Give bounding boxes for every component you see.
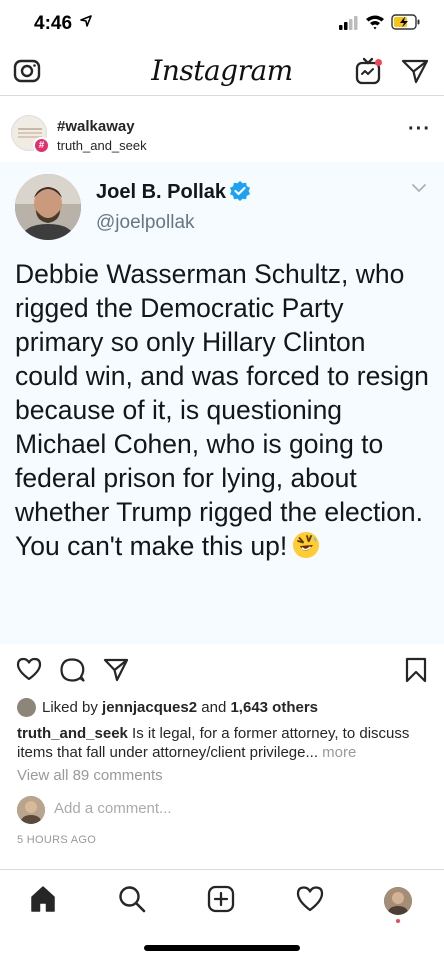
post-header: # #walkaway truth_and_seek ··· <box>0 96 444 162</box>
view-all-comments-link[interactable]: View all 89 comments <box>17 767 163 784</box>
heart-icon <box>16 657 42 681</box>
more-options-button[interactable]: ··· <box>408 118 431 141</box>
my-avatar <box>17 796 45 824</box>
chevron-down-icon <box>412 184 426 193</box>
tab-create-post[interactable] <box>206 884 236 914</box>
post-username[interactable]: truth_and_seek <box>57 138 147 153</box>
hashtag-badge: # <box>33 137 50 154</box>
comment-bubble-icon <box>60 658 85 682</box>
direct-message-button[interactable] <box>401 58 429 84</box>
paper-plane-icon <box>103 658 129 682</box>
save-bookmark-button[interactable] <box>405 657 427 688</box>
verified-badge-icon <box>230 181 250 201</box>
caption-more-link[interactable]: more <box>318 744 356 761</box>
likes-and: and <box>201 699 227 716</box>
bookmark-icon <box>405 657 427 683</box>
paper-plane-icon <box>401 59 429 84</box>
tweet-author-avatar <box>15 174 81 240</box>
add-comment-row <box>17 796 437 826</box>
home-icon <box>31 886 55 912</box>
post-actions <box>0 644 444 700</box>
comment-button[interactable] <box>59 657 85 688</box>
liker-username[interactable]: jennjacques2 <box>102 699 197 716</box>
bottom-tab-bar <box>0 869 444 960</box>
status-time: 4:46 <box>34 13 73 34</box>
post-caption: truth_and_seek Is it legal, for a former… <box>17 724 432 762</box>
tweet-author-handle: @joelpollak <box>96 212 195 233</box>
igtv-button[interactable] <box>355 57 383 85</box>
caption-username[interactable]: truth_and_seek <box>17 725 128 742</box>
plus-square-icon <box>207 885 235 913</box>
tab-profile[interactable] <box>384 887 412 915</box>
liker-avatar <box>17 698 36 717</box>
likes-text: Liked by jennjacques2 and 1,643 others <box>42 699 318 716</box>
tweet-text: Debbie Wasserman Schultz, who rigged the… <box>15 257 435 563</box>
tweet-author-name: Joel B. Pollak <box>96 181 227 203</box>
post-timestamp: 5 HOURS AGO <box>17 834 97 846</box>
status-bar: 4:46 <box>0 0 444 46</box>
tab-search[interactable] <box>117 884 147 914</box>
tab-home[interactable] <box>28 884 58 914</box>
share-button[interactable] <box>103 658 129 687</box>
tweet-body: Debbie Wasserman Schultz, who rigged the… <box>15 259 429 561</box>
like-button[interactable] <box>16 657 42 686</box>
top-nav-bar: Instagram <box>0 46 444 96</box>
notification-dot <box>396 919 400 923</box>
add-comment-input[interactable] <box>54 800 414 817</box>
location-arrow-icon <box>80 15 92 27</box>
igtv-icon <box>355 57 382 85</box>
post-hashtag-title[interactable]: #walkaway <box>57 118 135 135</box>
tab-activity[interactable] <box>295 884 325 914</box>
post-image-tweet[interactable]: Joel B. Pollak @joelpollak Debbie Wasser… <box>0 162 444 644</box>
likes-prefix: Liked by <box>42 699 98 716</box>
likes-count[interactable]: 1,643 others <box>230 699 318 716</box>
battery-charging-icon <box>391 14 420 30</box>
heart-icon <box>296 886 324 912</box>
search-icon <box>119 886 146 913</box>
signal-icon <box>339 16 358 30</box>
profile-avatar <box>384 887 412 915</box>
rolling-on-floor-laughing-emoji-icon <box>293 532 320 558</box>
home-indicator <box>144 945 300 951</box>
wifi-icon <box>366 15 384 30</box>
